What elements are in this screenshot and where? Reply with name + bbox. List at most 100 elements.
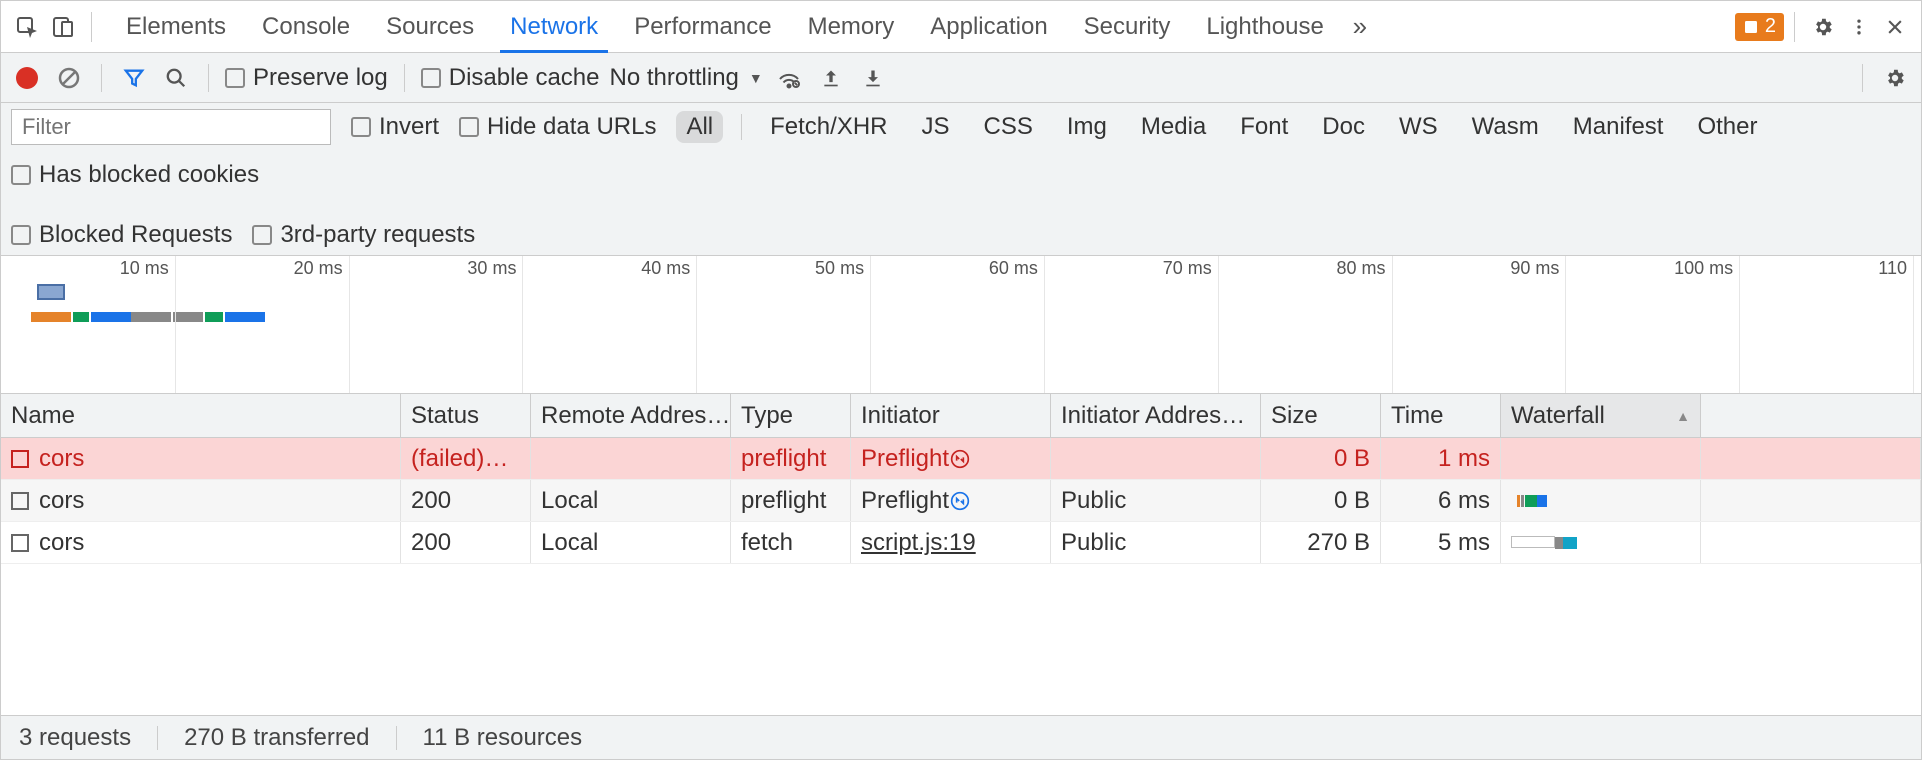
type-filter-doc[interactable]: Doc <box>1312 111 1375 143</box>
table-row[interactable]: cors200Localfetchscript.js:19Public270 B… <box>1 522 1921 564</box>
type-filter-fetchxhr[interactable]: Fetch/XHR <box>760 111 897 143</box>
search-icon[interactable] <box>160 62 192 94</box>
more-panels-icon[interactable]: » <box>1342 9 1378 45</box>
panel-tabs: ElementsConsoleSourcesNetworkPerformance… <box>108 1 1342 52</box>
col-name[interactable]: Name <box>1 394 401 437</box>
type-filter-ws[interactable]: WS <box>1389 111 1448 143</box>
type-filter-img[interactable]: Img <box>1057 111 1117 143</box>
col-initiator-addr[interactable]: Initiator Addres… <box>1051 394 1261 437</box>
filter-bar: Invert Hide data URLs All Fetch/XHR JS CSS I… <box>1 103 1921 256</box>
type-filter-js[interactable]: JS <box>912 111 960 143</box>
waterfall-bar <box>1511 450 1690 468</box>
overview-ticks: 10 ms 20 ms 30 ms 40 ms 50 ms 60 ms 70 ms 80 ms… <box>1 256 1921 284</box>
tab-application[interactable]: Application <box>912 1 1065 52</box>
tick-label: 70 ms <box>1163 258 1212 279</box>
waterfall-bar <box>1511 534 1690 552</box>
col-waterfall[interactable]: Waterfall▲ <box>1501 394 1701 437</box>
tab-sources[interactable]: Sources <box>368 1 492 52</box>
col-time[interactable]: Time <box>1381 394 1501 437</box>
type-filter-css[interactable]: CSS <box>974 111 1043 143</box>
tick-label: 100 ms <box>1674 258 1733 279</box>
preflight-swap-icon <box>949 448 971 470</box>
tab-performance[interactable]: Performance <box>616 1 789 52</box>
type-filter-wasm[interactable]: Wasm <box>1462 111 1549 143</box>
preserve-log-checkbox[interactable]: Preserve log <box>225 64 388 92</box>
chevron-down-icon: ▼ <box>749 70 763 86</box>
file-icon <box>11 534 29 552</box>
tab-network[interactable]: Network <box>492 1 616 52</box>
divider <box>91 12 92 42</box>
overview-timeline[interactable]: 10 ms 20 ms 30 ms 40 ms 50 ms 60 ms 70 ms 80 ms… <box>1 256 1921 394</box>
status-transferred: 270 B transferred <box>184 724 369 752</box>
col-extra[interactable] <box>1701 394 1921 437</box>
tick-label: 110 <box>1878 258 1907 279</box>
tick-label: 50 ms <box>815 258 864 279</box>
divider <box>1794 12 1795 42</box>
kebab-menu-icon[interactable] <box>1841 9 1877 45</box>
col-status[interactable]: Status <box>401 394 531 437</box>
issues-count: 2 <box>1765 15 1776 38</box>
network-settings-gear-icon[interactable] <box>1879 62 1911 94</box>
type-filter-font[interactable]: Font <box>1230 111 1298 143</box>
network-toolbar: Preserve log Disable cache No throttling… <box>1 53 1921 103</box>
tab-memory[interactable]: Memory <box>790 1 913 52</box>
blocked-requests-checkbox[interactable]: Blocked Requests <box>11 221 232 249</box>
hide-data-urls-checkbox[interactable]: Hide data URLs <box>459 113 656 141</box>
throttling-select[interactable]: No throttling ▼ <box>609 64 762 92</box>
initiator-link[interactable]: script.js:19 <box>861 529 976 557</box>
tab-lighthouse[interactable]: Lighthouse <box>1188 1 1341 52</box>
type-filters: All Fetch/XHR JS CSS Img Media Font Doc WS Wasm Ma… <box>676 111 1767 143</box>
status-resources: 11 B resources <box>423 724 583 752</box>
tick-label: 60 ms <box>989 258 1038 279</box>
table-header: Name Status Remote Addres… Type Initiato… <box>1 394 1921 438</box>
file-icon <box>11 450 29 468</box>
tick-label: 20 ms <box>294 258 343 279</box>
overview-bars <box>1 312 1921 332</box>
invert-checkbox[interactable]: Invert <box>351 113 439 141</box>
third-party-checkbox[interactable]: 3rd-party requests <box>252 221 475 249</box>
type-filter-media[interactable]: Media <box>1131 111 1216 143</box>
file-icon <box>11 492 29 510</box>
issues-badge[interactable]: 2 <box>1735 13 1784 41</box>
type-filter-manifest[interactable]: Manifest <box>1563 111 1674 143</box>
waterfall-bar <box>1511 492 1690 510</box>
record-button[interactable] <box>11 62 43 94</box>
tab-elements[interactable]: Elements <box>108 1 244 52</box>
inspect-icon[interactable] <box>9 9 45 45</box>
clear-icon[interactable] <box>53 62 85 94</box>
tick-label: 30 ms <box>467 258 516 279</box>
close-icon[interactable] <box>1877 9 1913 45</box>
download-har-icon[interactable] <box>857 62 889 94</box>
col-size[interactable]: Size <box>1261 394 1381 437</box>
col-remote[interactable]: Remote Addres… <box>531 394 731 437</box>
table-row[interactable]: cors(failed)…preflightPreflight 0 B1 ms <box>1 438 1921 480</box>
disable-cache-checkbox[interactable]: Disable cache <box>421 64 600 92</box>
sort-asc-icon: ▲ <box>1676 408 1690 424</box>
tab-security[interactable]: Security <box>1066 1 1189 52</box>
requests-table: Name Status Remote Addres… Type Initiato… <box>1 394 1921 715</box>
preflight-swap-icon <box>949 490 971 512</box>
tick-label: 80 ms <box>1337 258 1386 279</box>
filter-funnel-icon[interactable] <box>118 62 150 94</box>
upload-har-icon[interactable] <box>815 62 847 94</box>
table-body[interactable]: cors(failed)…preflightPreflight 0 B1 msc… <box>1 438 1921 715</box>
status-bar: 3 requests 270 B transferred 11 B resour… <box>1 715 1921 759</box>
filter-input[interactable] <box>11 109 331 145</box>
col-initiator[interactable]: Initiator <box>851 394 1051 437</box>
devtools-root: ElementsConsoleSourcesNetworkPerformance… <box>0 0 1922 760</box>
has-blocked-cookies-checkbox[interactable]: Has blocked cookies <box>11 161 259 189</box>
status-requests: 3 requests <box>19 724 131 752</box>
device-toolbar-icon[interactable] <box>45 9 81 45</box>
tick-label: 40 ms <box>641 258 690 279</box>
tick-label: 10 ms <box>120 258 169 279</box>
col-type[interactable]: Type <box>731 394 851 437</box>
main-tabbar: ElementsConsoleSourcesNetworkPerformance… <box>1 1 1921 53</box>
type-filter-other[interactable]: Other <box>1687 111 1767 143</box>
tick-label: 90 ms <box>1510 258 1559 279</box>
type-filter-all[interactable]: All <box>676 111 723 143</box>
overview-selection[interactable] <box>37 284 65 300</box>
settings-gear-icon[interactable] <box>1805 9 1841 45</box>
network-conditions-icon[interactable] <box>773 62 805 94</box>
tab-console[interactable]: Console <box>244 1 368 52</box>
table-row[interactable]: cors200LocalpreflightPreflight Public0 B… <box>1 480 1921 522</box>
